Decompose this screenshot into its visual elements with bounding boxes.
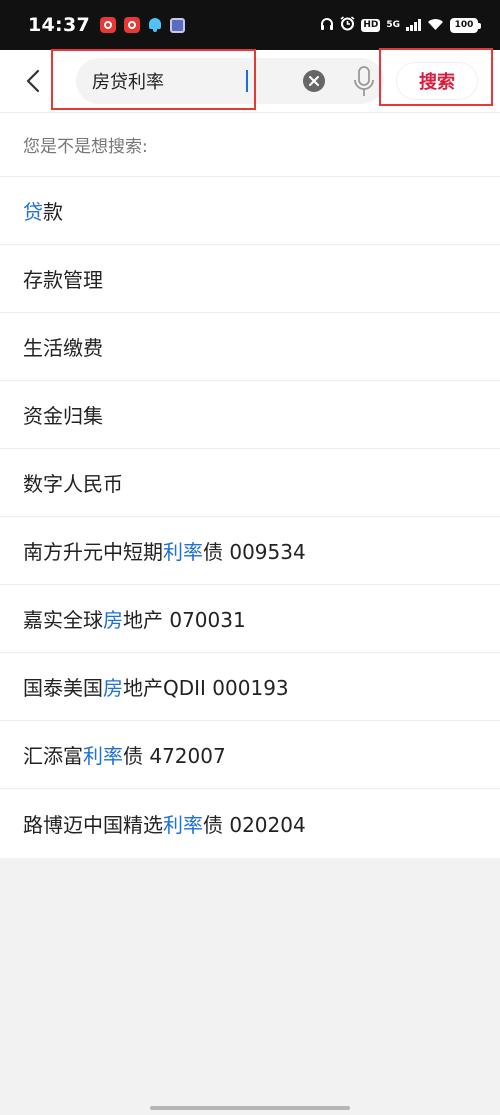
- suggestion-item[interactable]: 南方升元中短期 利率债 009534: [0, 517, 500, 585]
- status-bar: 14:37 HD 5G 100: [0, 0, 500, 50]
- status-right: HD 5G 100: [320, 15, 481, 35]
- back-button[interactable]: [18, 66, 48, 96]
- suggestion-item[interactable]: 贷款: [0, 177, 500, 245]
- suggestion-text: 债 472007: [123, 744, 226, 768]
- netease-music-icon: [99, 17, 116, 33]
- suggestion-text: 国泰美国: [23, 676, 103, 700]
- suggestion-list: 贷款存款管理 生活缴费 资金归集 数字人民币 南方升元中短期 利率债 009534 嘉实全球…: [0, 177, 500, 857]
- suggestion-text: 数字人民币: [23, 472, 123, 496]
- suggestion-text: 款: [43, 200, 63, 224]
- suggestion-text: 地产QDII 000193: [123, 676, 289, 700]
- search-button[interactable]: 搜索: [397, 63, 477, 99]
- microphone-icon: [354, 66, 374, 96]
- suggestion-highlight: 贷: [23, 200, 43, 224]
- app-notification-icon: [169, 17, 185, 33]
- suggestion-item[interactable]: 生活缴费: [0, 313, 500, 381]
- suggestion-hint: 您是不是想搜索:: [0, 113, 500, 177]
- search-header: 搜索: [0, 48, 500, 113]
- status-left: 14:37: [28, 14, 185, 36]
- text-caret: [246, 70, 248, 92]
- suggestion-item[interactable]: 嘉实全球房地产 070031: [0, 585, 500, 653]
- suggestion-item[interactable]: 汇添富 利率债 472007: [0, 721, 500, 789]
- suggestion-panel: 您是不是想搜索: 贷款存款管理 生活缴费 资金归集 数字人民币 南方升元中短期 利率债 0…: [0, 113, 500, 858]
- suggestion-text: 债 020204: [203, 812, 306, 837]
- suggestion-text: 地产 070031: [123, 608, 246, 632]
- suggestion-item[interactable]: 路博迈中国精选 利率债 020204: [0, 789, 500, 857]
- suggestion-item[interactable]: 资金归集: [0, 381, 500, 449]
- suggestion-highlight: 利率: [83, 744, 123, 768]
- chevron-left-icon: [26, 69, 40, 93]
- suggestion-text: 存款管理: [23, 268, 103, 292]
- status-time: 14:37: [28, 14, 90, 36]
- netease-music-icon-2: [123, 17, 140, 33]
- suggestion-highlight: 房: [103, 608, 123, 632]
- suggestion-text: 债 009534: [203, 540, 306, 564]
- battery-icon: 100: [450, 17, 481, 33]
- suggestion-item[interactable]: 存款管理: [0, 245, 500, 313]
- network-type: 5G: [386, 19, 400, 30]
- hd-badge: HD: [361, 18, 381, 32]
- suggestion-text: 嘉实全球: [23, 608, 103, 632]
- suggestion-highlight: 利率: [163, 540, 203, 564]
- suggestion-highlight: 房: [103, 676, 123, 700]
- suggestion-text: 南方升元中短期: [23, 540, 163, 564]
- wifi-icon: [427, 16, 444, 35]
- suggestion-text: 生活缴费: [23, 336, 103, 360]
- close-icon: [309, 76, 319, 86]
- voice-search-button[interactable]: [352, 66, 376, 98]
- suggestion-item[interactable]: 国泰美国房地产QDII 000193: [0, 653, 500, 721]
- signal-icon: [406, 19, 421, 31]
- suggestion-text: 路博迈中国精选: [23, 812, 163, 837]
- headphones-icon: [320, 16, 334, 35]
- search-box: [76, 58, 384, 104]
- suggestion-text: 汇添富: [23, 744, 83, 768]
- suggestion-highlight: 利率: [163, 812, 203, 837]
- home-indicator[interactable]: [150, 1106, 350, 1110]
- alarm-icon: [340, 15, 355, 35]
- qq-notification-icon: [148, 17, 162, 33]
- suggestion-text: 资金归集: [23, 404, 103, 428]
- suggestion-item[interactable]: 数字人民币: [0, 449, 500, 517]
- clear-button[interactable]: [303, 70, 325, 92]
- search-input[interactable]: [92, 67, 292, 95]
